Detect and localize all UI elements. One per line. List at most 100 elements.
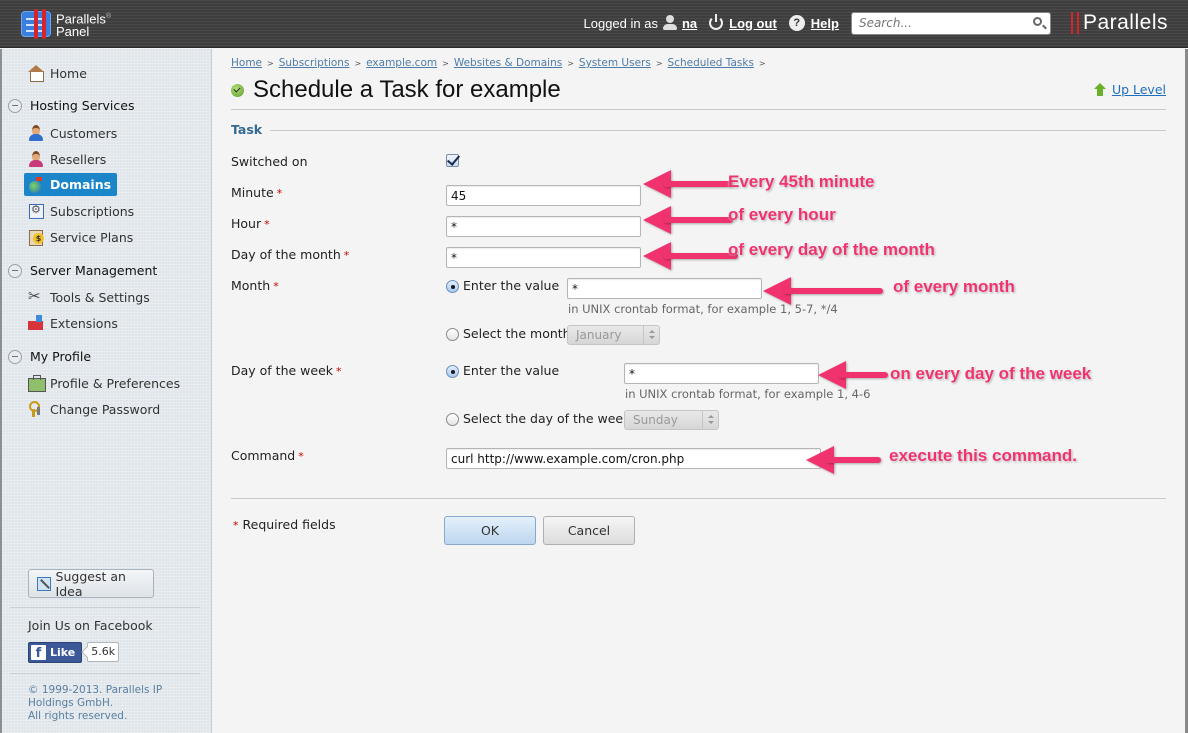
- sidebar-group-hosting-services[interactable]: Hosting Services: [8, 98, 134, 113]
- month-select[interactable]: January: [567, 325, 660, 345]
- top-bar: Parallels® Panel Logged in as na Log out…: [0, 0, 1188, 48]
- sidebar-item-subscriptions[interactable]: Subscriptions: [28, 201, 134, 221]
- user-bar: Logged in as na Log out ? Help Parallels: [584, 10, 1169, 36]
- facebook-title: Join Us on Facebook: [28, 618, 153, 633]
- annotation-month: of every month: [893, 277, 1015, 296]
- profile-icon: [28, 375, 46, 392]
- day-of-week-enter-label: Enter the value: [463, 363, 560, 378]
- required-fields-note: * Required fields: [233, 517, 336, 532]
- search-icon[interactable]: [1032, 16, 1042, 26]
- annotation-day-of-week: on every day of the week: [890, 364, 1092, 383]
- month-label: Month *: [231, 278, 279, 293]
- annotation-arrow: [818, 361, 888, 389]
- help-link[interactable]: Help: [811, 16, 839, 31]
- day-of-week-hint: in UNIX crontab format, for example 1, 4…: [625, 387, 871, 401]
- tools-icon: [28, 287, 44, 305]
- select-arrows-icon: [702, 411, 718, 429]
- home-icon: [28, 65, 44, 82]
- day-of-week-enter-radio[interactable]: [446, 365, 459, 378]
- annotation-hour: of every hour: [728, 205, 836, 224]
- collapse-icon[interactable]: [8, 98, 22, 113]
- day-of-week-label: Day of the week *: [231, 363, 342, 378]
- title-divider: [231, 109, 1166, 110]
- day-of-month-input[interactable]: [446, 247, 641, 268]
- day-of-week-input[interactable]: [624, 363, 819, 384]
- section-divider: [231, 130, 1166, 131]
- facebook-like-widget: f Like 5.6k: [28, 641, 120, 663]
- up-level-link[interactable]: Up Level: [1093, 82, 1166, 97]
- parallels-brand: Parallels: [1070, 11, 1168, 35]
- breadcrumb-subscriptions[interactable]: Subscriptions: [279, 57, 350, 70]
- service-plan-icon: [28, 229, 44, 246]
- like-count: 5.6k: [87, 642, 120, 662]
- breadcrumb-websites-domains[interactable]: Websites & Domains: [454, 57, 562, 70]
- collapse-icon[interactable]: [8, 349, 22, 364]
- annotation-arrow: [643, 242, 738, 270]
- annotation-minute: Every 45th minute: [728, 172, 875, 191]
- sidebar-group-server-management[interactable]: Server Management: [8, 263, 157, 278]
- pencil-icon: [37, 576, 51, 591]
- sidebar-item-profile-preferences[interactable]: Profile & Preferences: [28, 373, 180, 393]
- key-icon: [28, 401, 44, 417]
- parallels-bars-icon: [1070, 12, 1079, 34]
- logo-line2: Panel: [56, 24, 90, 40]
- month-input[interactable]: [567, 278, 762, 299]
- breadcrumb-example-com[interactable]: example.com: [366, 57, 437, 70]
- sidebar-item-home[interactable]: Home: [28, 63, 87, 83]
- day-of-month-label: Day of the month *: [231, 247, 350, 262]
- command-input[interactable]: [446, 448, 821, 469]
- sidebar-item-tools-settings[interactable]: Tools & Settings: [28, 287, 150, 307]
- facebook-like-button[interactable]: f Like: [28, 641, 83, 663]
- username-link[interactable]: na: [682, 16, 697, 31]
- sidebar-item-domains[interactable]: Domains: [24, 173, 118, 196]
- sidebar-item-extensions[interactable]: Extensions: [28, 313, 118, 333]
- form-divider: [231, 498, 1166, 499]
- breadcrumb-home[interactable]: Home: [231, 57, 262, 70]
- collapse-icon[interactable]: [8, 263, 22, 278]
- annotation-arrow: [643, 170, 733, 198]
- breadcrumb-system-users[interactable]: System Users: [579, 57, 651, 70]
- month-select-radio[interactable]: [446, 328, 459, 341]
- arrow-up-icon: [1093, 83, 1106, 96]
- main-content: Home > Subscriptions > example.com > Websit…: [213, 49, 1185, 733]
- switched-on-checkbox[interactable]: [446, 154, 459, 167]
- logout-link[interactable]: Log out: [729, 16, 777, 31]
- customer-icon: [28, 125, 44, 141]
- sidebar-item-change-password[interactable]: Change Password: [28, 399, 160, 419]
- annotation-command: execute this command.: [889, 446, 1078, 465]
- sidebar-item-service-plans[interactable]: Service Plans: [28, 227, 133, 247]
- annotation-arrow: [763, 277, 883, 305]
- copyright: © 1999-2013. Parallels IP Holdings GmbH.…: [28, 684, 163, 722]
- day-of-week-select[interactable]: Sunday: [624, 410, 719, 430]
- annotation-day-of-month: of every day of the month: [728, 240, 935, 259]
- cancel-button[interactable]: Cancel: [543, 516, 635, 545]
- parallels-panel-logo[interactable]: Parallels® Panel: [20, 9, 111, 39]
- annotation-arrow: [643, 206, 733, 234]
- month-enter-radio[interactable]: [446, 280, 459, 293]
- section-title-task: Task: [231, 122, 271, 137]
- month-enter-label: Enter the value: [463, 278, 560, 293]
- day-of-week-select-radio[interactable]: [446, 413, 459, 426]
- panel-logo-icon: [20, 9, 52, 39]
- breadcrumb-scheduled-tasks[interactable]: Scheduled Tasks: [668, 57, 754, 70]
- sidebar-divider: [10, 673, 200, 674]
- sidebar-item-resellers[interactable]: Resellers: [28, 149, 106, 169]
- sidebar-group-my-profile[interactable]: My Profile: [8, 349, 91, 364]
- sidebar-divider: [10, 607, 200, 608]
- suggest-idea-button[interactable]: Suggest an Idea: [28, 569, 154, 599]
- page-title: Schedule a Task for example: [231, 76, 561, 104]
- globe-icon: [28, 176, 44, 193]
- ok-button[interactable]: OK: [444, 516, 536, 545]
- minute-input[interactable]: [446, 185, 641, 206]
- search-input[interactable]: [851, 12, 1022, 34]
- power-icon: [709, 14, 724, 30]
- hour-input[interactable]: [446, 216, 641, 237]
- sidebar-item-customers[interactable]: Customers: [28, 123, 117, 143]
- logged-in-label: Logged in as: [583, 15, 658, 31]
- annotation-arrow: [806, 446, 881, 474]
- command-label: Command *: [231, 448, 304, 463]
- minute-label: Minute *: [231, 185, 283, 200]
- month-select-label: Select the month: [463, 326, 571, 341]
- hour-label: Hour *: [231, 216, 270, 231]
- switched-on-label: Switched on: [231, 154, 308, 169]
